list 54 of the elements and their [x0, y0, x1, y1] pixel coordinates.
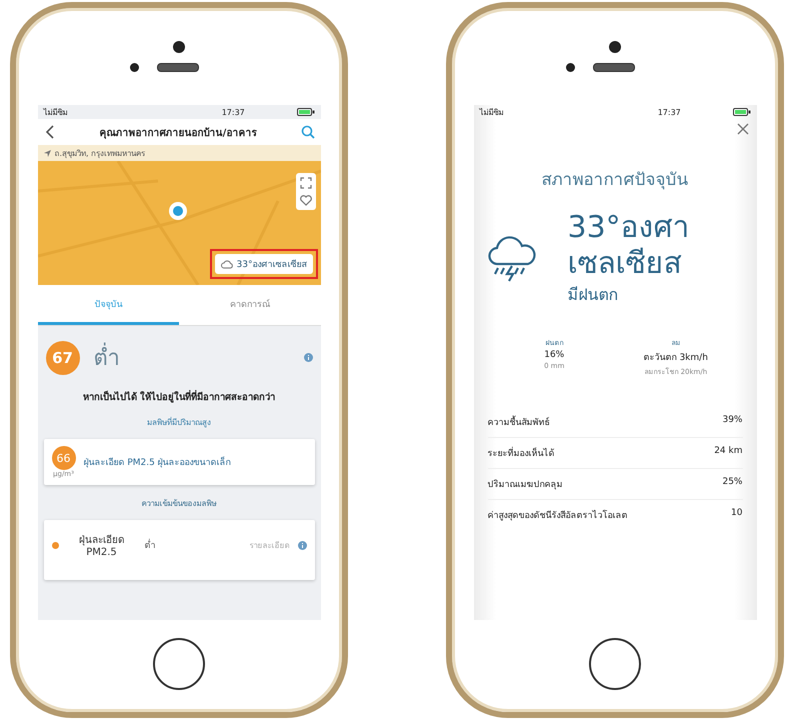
stat-value: ตะวันตก 3km/h	[644, 352, 708, 364]
location-dot-icon	[168, 201, 188, 221]
tab[interactable]: คาดการณ์	[179, 285, 320, 325]
back-icon[interactable]	[44, 124, 56, 140]
temperature-value: 33°องศา เซลเซียส	[568, 210, 691, 282]
detail-label: ความชื้นสัมพัทธ์	[488, 415, 550, 429]
speaker-icon	[156, 63, 198, 72]
pollutant-value: 66	[52, 446, 76, 470]
home-button[interactable]	[153, 638, 205, 690]
clock-time: 17:37	[656, 108, 682, 116]
search-icon[interactable]	[300, 125, 314, 139]
info-icon[interactable]	[298, 540, 306, 550]
clock-time: 17:37	[220, 108, 246, 116]
camera-icon	[173, 41, 185, 53]
location-arrow-icon	[44, 150, 50, 156]
cloud-icon	[220, 260, 233, 268]
detail-label: ระยะที่มองเห็นได้	[488, 446, 554, 460]
battery-icon	[732, 108, 750, 116]
screen-title: คุณภาพอากาศภายนอกบ้าน/อาคาร	[98, 126, 258, 140]
aqi-badge: 67	[46, 340, 80, 374]
weather-condition: มีฝนตก	[568, 284, 620, 306]
speaker-icon	[592, 63, 634, 72]
detail-value: 10	[731, 508, 742, 520]
advice-text: หากเป็นไปได้ ให้ไปอยู่ในที่ที่มีอากาศสะอาดกว่า	[82, 389, 276, 404]
pollutant-name: ฝุ่นละเอียด PM2.5	[78, 534, 125, 558]
carrier-label: ไม่มีซิม	[44, 106, 68, 118]
pollutant-link[interactable]: มลพิษที่มีปริมาณสูง	[38, 416, 320, 429]
home-button[interactable]	[589, 638, 641, 690]
stat-value: 16%	[544, 350, 564, 360]
aqi-level: ต่ำ	[94, 340, 290, 375]
pollutant-level: ต่ำ	[144, 538, 242, 552]
fullscreen-icon[interactable]	[300, 177, 312, 189]
close-icon[interactable]	[736, 123, 748, 135]
detail-value: 39%	[722, 415, 742, 427]
detail-label: รายละเอียด	[250, 540, 290, 552]
detail-label: ปริมาณเมฆปกคลุม	[488, 478, 562, 491]
section-title: ความเข้มข้นของมลพิษ	[140, 498, 218, 510]
pollutant-name: ฝุ่นละเอียด PM2.5 ฝุ่นละอองขนาดเล็ก	[84, 456, 231, 469]
info-icon[interactable]	[304, 353, 312, 362]
sensor-icon	[130, 63, 138, 72]
camera-icon	[609, 41, 621, 53]
temperature-chip[interactable]: 33°องศาเซลเซียส	[214, 254, 312, 274]
battery-icon	[296, 108, 314, 116]
sensor-icon	[566, 63, 574, 72]
rain-cloud-icon	[488, 236, 538, 282]
detail-value: 25%	[722, 477, 742, 489]
carrier-label: ไม่มีซิม	[480, 106, 504, 118]
map-drawing[interactable]	[38, 161, 320, 285]
location-text: ถ.สุขุมวิท, กรุงเทพมหานคร	[54, 148, 146, 160]
screen-title: สภาพอากาศปัจจุบัน	[540, 169, 690, 192]
detail-value: 24 km	[714, 446, 742, 458]
heart-icon[interactable]	[300, 195, 312, 206]
detail-label: ค่าสูงสุดของดัชนีรังสีอัลตราไวโอเลต	[488, 508, 628, 522]
tab[interactable]: ปัจจุบัน	[38, 285, 179, 325]
